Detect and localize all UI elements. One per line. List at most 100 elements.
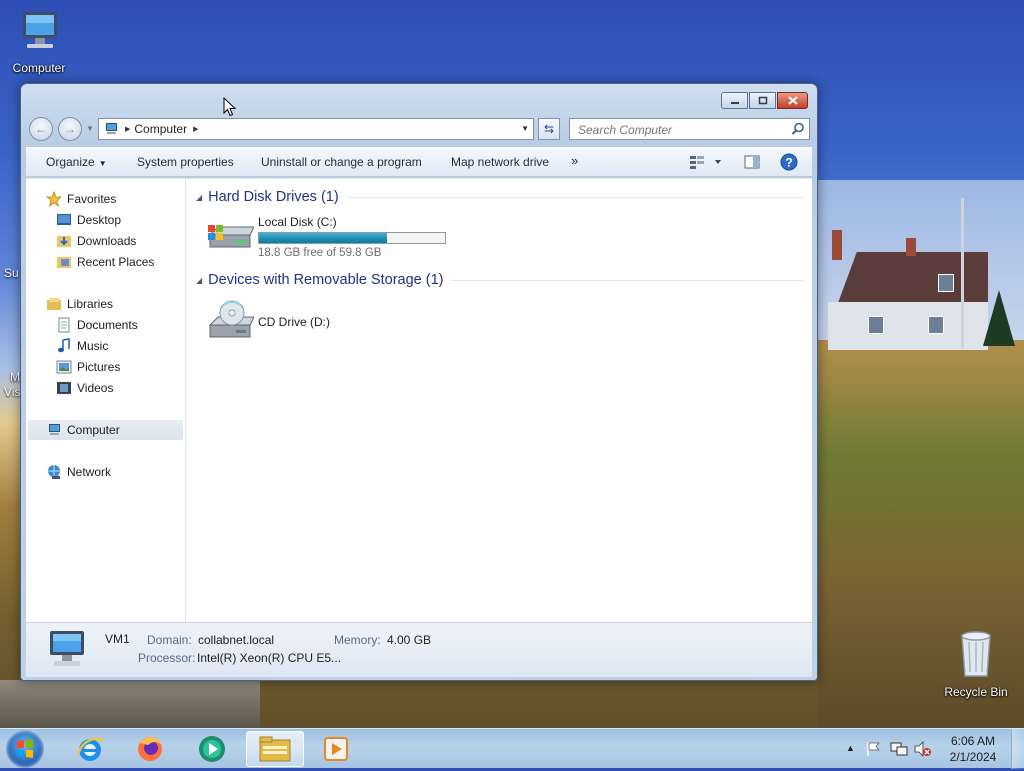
nav-downloads[interactable]: Downloads bbox=[26, 231, 185, 251]
address-bar[interactable]: ▶ Computer ▶ ▼ bbox=[98, 118, 534, 140]
wallpaper-rocks bbox=[0, 680, 260, 728]
domain-label: Domain: bbox=[147, 633, 192, 647]
explorer-content: Favorites Desktop Downloads Recent Place… bbox=[26, 178, 812, 622]
breadcrumb-separator-icon[interactable]: ▶ bbox=[125, 125, 130, 133]
breadcrumb-computer[interactable]: Computer bbox=[134, 122, 187, 136]
nav-desktop-label: Desktop bbox=[77, 213, 122, 227]
memory-label: Memory: bbox=[334, 633, 381, 647]
navigation-bar: ← → ▼ ▶ Computer ▶ ▼ ⇆ bbox=[29, 116, 810, 141]
preview-pane-button[interactable] bbox=[744, 154, 760, 173]
group-hard-disk-drives[interactable]: ◢ Hard Disk Drives (1) bbox=[196, 188, 804, 206]
drive-local-disk-c[interactable]: Local Disk (C:) 18.8 GB free of 59.8 GB bbox=[206, 215, 466, 261]
address-dropdown-icon[interactable]: ▼ bbox=[521, 124, 529, 133]
downloads-folder-icon bbox=[56, 233, 72, 249]
wallpaper-window bbox=[868, 316, 884, 334]
close-button[interactable] bbox=[777, 92, 808, 109]
command-bar: Organize ▼ System properties Uninstall or… bbox=[26, 147, 812, 177]
taskbar-media-player[interactable] bbox=[308, 731, 364, 767]
start-button[interactable] bbox=[6, 730, 44, 768]
change-view-button[interactable] bbox=[689, 154, 725, 173]
computer-icon bbox=[50, 631, 84, 666]
uninstall-program-button[interactable]: Uninstall or change a program bbox=[261, 155, 422, 169]
desktop-partial-label: Su bbox=[4, 266, 19, 280]
wallpaper-house-wall bbox=[828, 302, 988, 350]
network-icon[interactable] bbox=[890, 741, 908, 757]
drive-c-free-space: 18.8 GB free of 59.8 GB bbox=[258, 247, 382, 259]
desktop-partial-label: Vis bbox=[4, 385, 21, 399]
forward-button[interactable]: → bbox=[58, 117, 82, 141]
svg-text:?: ? bbox=[785, 156, 792, 170]
nav-libraries[interactable]: Libraries bbox=[26, 294, 185, 314]
drive-cd-d[interactable]: CD Drive (D:) bbox=[206, 299, 406, 345]
desktop-icon-recycle-bin[interactable]: Recycle Bin bbox=[940, 630, 1012, 699]
preview-pane-icon bbox=[744, 155, 760, 169]
navigation-pane: Favorites Desktop Downloads Recent Place… bbox=[26, 179, 186, 622]
show-hidden-icons-icon[interactable]: ▲ bbox=[846, 743, 855, 753]
wallpaper-window bbox=[938, 274, 954, 292]
nav-videos-label: Videos bbox=[77, 381, 114, 395]
computer-small-icon bbox=[106, 123, 117, 134]
taskbar-media-app[interactable] bbox=[184, 731, 240, 767]
drive-d-name: CD Drive (D:) bbox=[258, 315, 330, 329]
organize-label: Organize bbox=[46, 155, 95, 169]
nav-desktop[interactable]: Desktop bbox=[26, 210, 185, 230]
nav-network[interactable]: Network bbox=[26, 462, 185, 482]
back-button[interactable]: ← bbox=[29, 117, 53, 141]
processor-label: Processor: bbox=[138, 651, 196, 665]
firefox-icon bbox=[138, 737, 162, 761]
pictures-icon bbox=[56, 359, 72, 375]
system-clock[interactable]: 6:06 AM 2/1/2024 bbox=[936, 733, 1010, 765]
nav-music[interactable]: Music bbox=[26, 336, 185, 356]
nav-pictures[interactable]: Pictures bbox=[26, 357, 185, 377]
close-icon bbox=[787, 96, 798, 105]
more-commands-button[interactable]: » bbox=[571, 153, 578, 168]
refresh-button[interactable]: ⇆ bbox=[538, 118, 560, 140]
search-input[interactable] bbox=[576, 120, 785, 140]
desktop-icon-label: Recycle Bin bbox=[944, 685, 1008, 699]
taskbar-file-explorer[interactable] bbox=[246, 731, 304, 767]
nav-documents[interactable]: Documents bbox=[26, 315, 185, 335]
map-network-drive-button[interactable]: Map network drive bbox=[451, 155, 549, 169]
breadcrumb-separator-icon[interactable]: ▶ bbox=[193, 125, 198, 133]
recent-pages-dropdown[interactable]: ▼ bbox=[86, 124, 94, 133]
taskbar-firefox[interactable] bbox=[122, 731, 178, 767]
nav-documents-label: Documents bbox=[77, 318, 138, 332]
network-globe-icon bbox=[46, 464, 62, 480]
action-center-flag-icon[interactable] bbox=[866, 741, 882, 757]
star-icon bbox=[46, 191, 62, 207]
restore-button[interactable] bbox=[749, 92, 776, 109]
desktop-icon-label: Computer bbox=[12, 61, 66, 75]
drive-c-usage-fill bbox=[259, 233, 387, 243]
volume-muted-icon[interactable] bbox=[914, 741, 932, 757]
collapse-triangle-icon[interactable]: ◢ bbox=[196, 276, 202, 285]
back-arrow-icon: ← bbox=[35, 122, 47, 136]
search-box[interactable] bbox=[569, 118, 810, 140]
details-pane: VM1 Domain: collabnet.local Memory: 4.00… bbox=[26, 622, 812, 677]
show-desktop-button[interactable] bbox=[1011, 729, 1024, 769]
group-removable-storage[interactable]: ◢ Devices with Removable Storage (1) bbox=[196, 271, 804, 289]
system-properties-button[interactable]: System properties bbox=[137, 155, 234, 169]
main-pane: ◢ Hard Disk Drives (1) Local Disk (C:) 1… bbox=[186, 179, 812, 622]
nav-recent-places[interactable]: Recent Places bbox=[26, 252, 185, 272]
domain-value: collabnet.local bbox=[198, 633, 275, 647]
recycle-bin-icon bbox=[961, 631, 991, 677]
nav-favorites[interactable]: Favorites bbox=[26, 189, 185, 209]
internet-explorer-icon bbox=[76, 737, 104, 761]
help-button[interactable]: ? bbox=[780, 153, 798, 174]
desktop-icon-computer[interactable]: Computer bbox=[8, 10, 70, 75]
help-icon: ? bbox=[780, 153, 798, 171]
nav-computer[interactable]: Computer bbox=[28, 420, 183, 440]
videos-icon bbox=[56, 380, 72, 396]
nav-downloads-label: Downloads bbox=[77, 234, 137, 248]
minimize-button[interactable] bbox=[721, 92, 748, 109]
computer-icon bbox=[23, 12, 57, 48]
organize-button[interactable]: Organize ▼ bbox=[46, 155, 107, 169]
documents-icon bbox=[56, 317, 72, 333]
collapse-triangle-icon[interactable]: ◢ bbox=[196, 193, 202, 202]
view-options-icon bbox=[690, 156, 721, 169]
caption-buttons bbox=[721, 92, 808, 109]
libraries-icon bbox=[46, 296, 62, 312]
nav-computer-label: Computer bbox=[67, 423, 120, 437]
taskbar-internet-explorer[interactable] bbox=[62, 731, 118, 767]
nav-videos[interactable]: Videos bbox=[26, 378, 185, 398]
